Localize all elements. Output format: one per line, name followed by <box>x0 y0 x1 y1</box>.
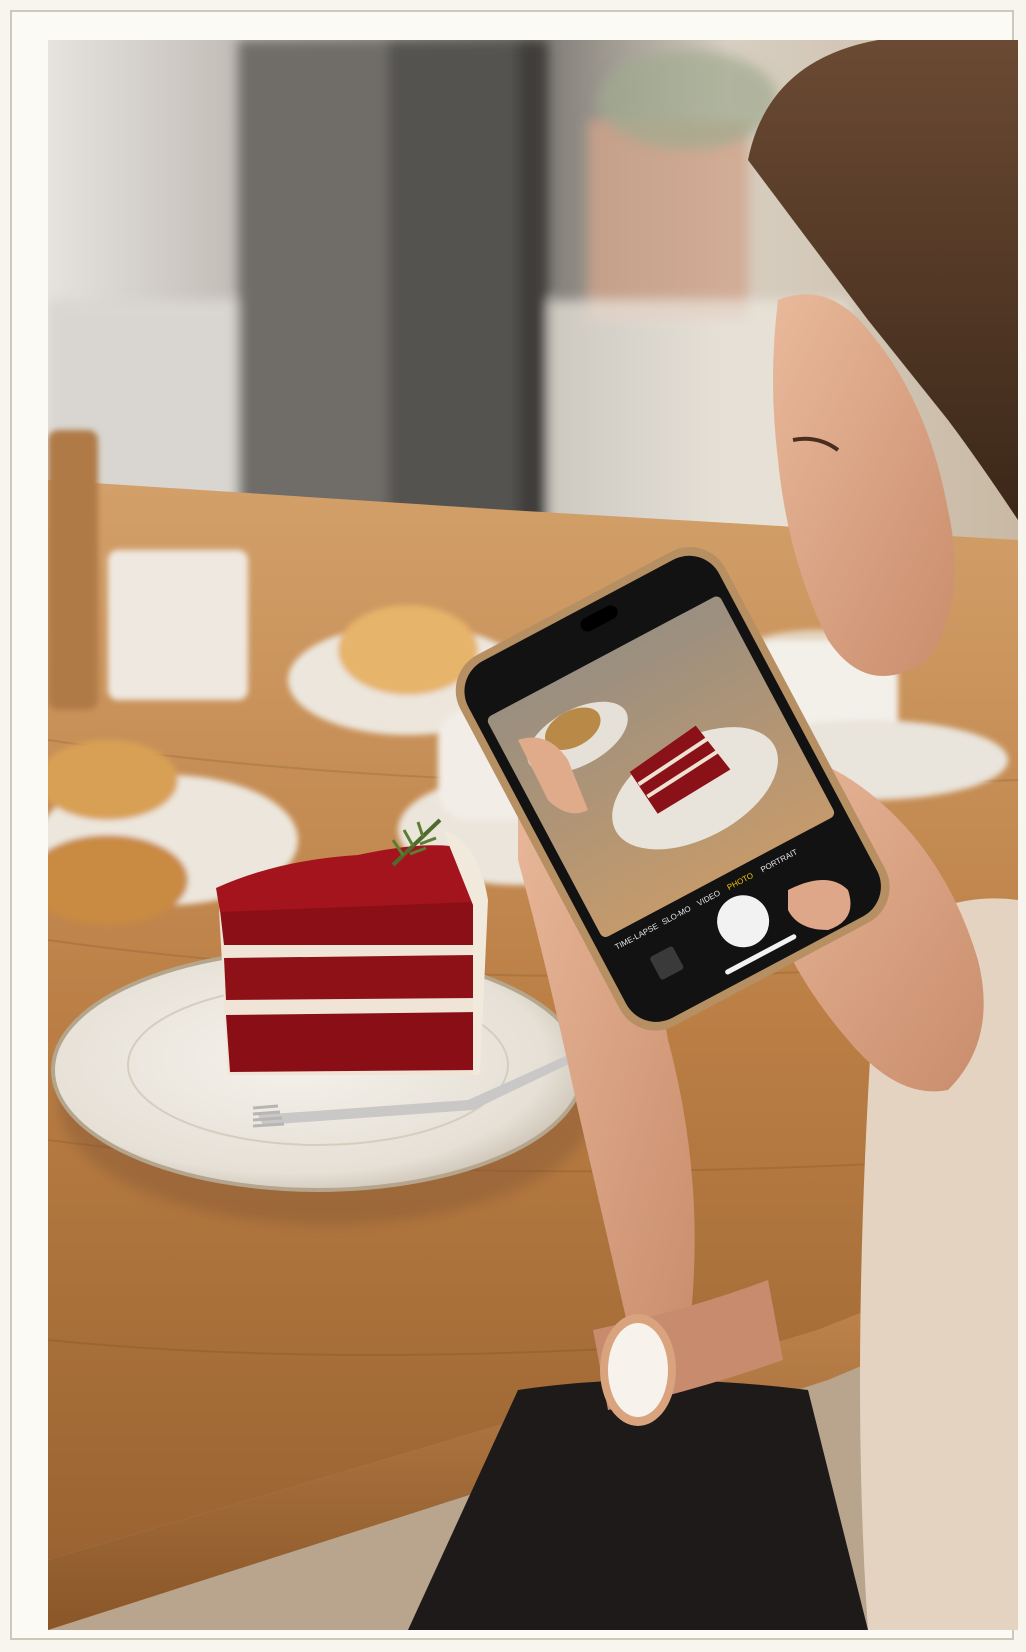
photo: TIME-LAPSE SLO-MO VIDEO PHOTO PORTRAIT <box>48 40 1018 1630</box>
